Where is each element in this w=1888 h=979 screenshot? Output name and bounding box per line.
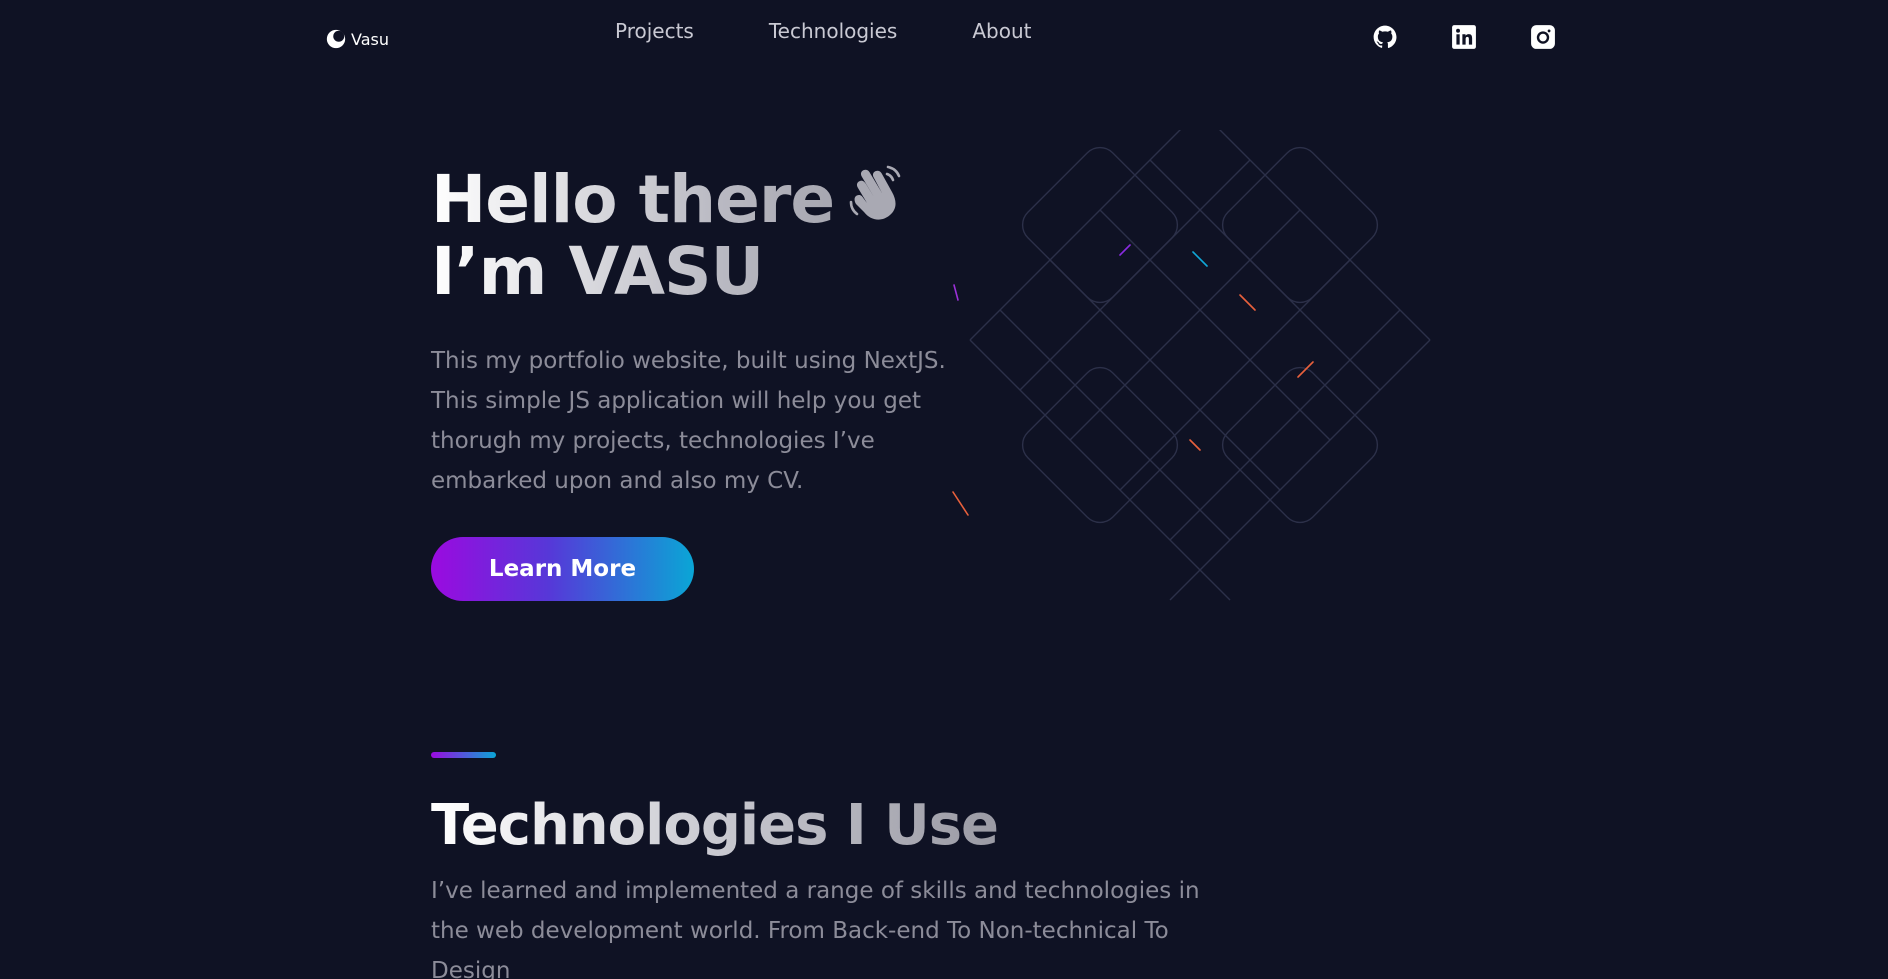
technologies-title: Technologies I Use (431, 790, 999, 862)
linkedin-link[interactable] (1451, 24, 1477, 50)
logo-text: Vasu (351, 29, 389, 49)
nav-projects[interactable]: Projects (615, 19, 694, 43)
site-header: Vasu Projects Technologies About (0, 0, 1888, 80)
nav-about[interactable]: About (972, 19, 1031, 43)
main-nav: Projects Technologies About (615, 19, 1031, 43)
nav-technologies[interactable]: Technologies (769, 19, 897, 43)
instagram-icon (1531, 25, 1555, 49)
learn-more-button[interactable]: Learn More (431, 537, 694, 601)
section-divider (431, 752, 496, 758)
social-links (1372, 24, 1556, 50)
hero-title-line-2: I’m VASU (431, 236, 914, 308)
hero-greeting: Hello there (431, 161, 835, 238)
technologies-description: I’ve learned and implemented a range of … (431, 878, 1200, 979)
linkedin-icon (1452, 25, 1476, 49)
decorative-grid-graphic (952, 130, 1431, 601)
logo-icon (326, 29, 346, 49)
hero-title-line-1: Hello there (431, 160, 914, 236)
page: Vasu Projects Technologies About Hello t… (0, 0, 1888, 979)
github-icon (1373, 25, 1397, 48)
instagram-link[interactable] (1530, 24, 1556, 50)
github-link[interactable] (1372, 24, 1398, 50)
waving-hand-icon (849, 165, 901, 220)
hero-description: This my portfolio website, built using N… (431, 348, 946, 494)
hero-title: Hello there I’m VASU (431, 160, 914, 308)
logo-link[interactable]: Vasu (325, 28, 389, 50)
